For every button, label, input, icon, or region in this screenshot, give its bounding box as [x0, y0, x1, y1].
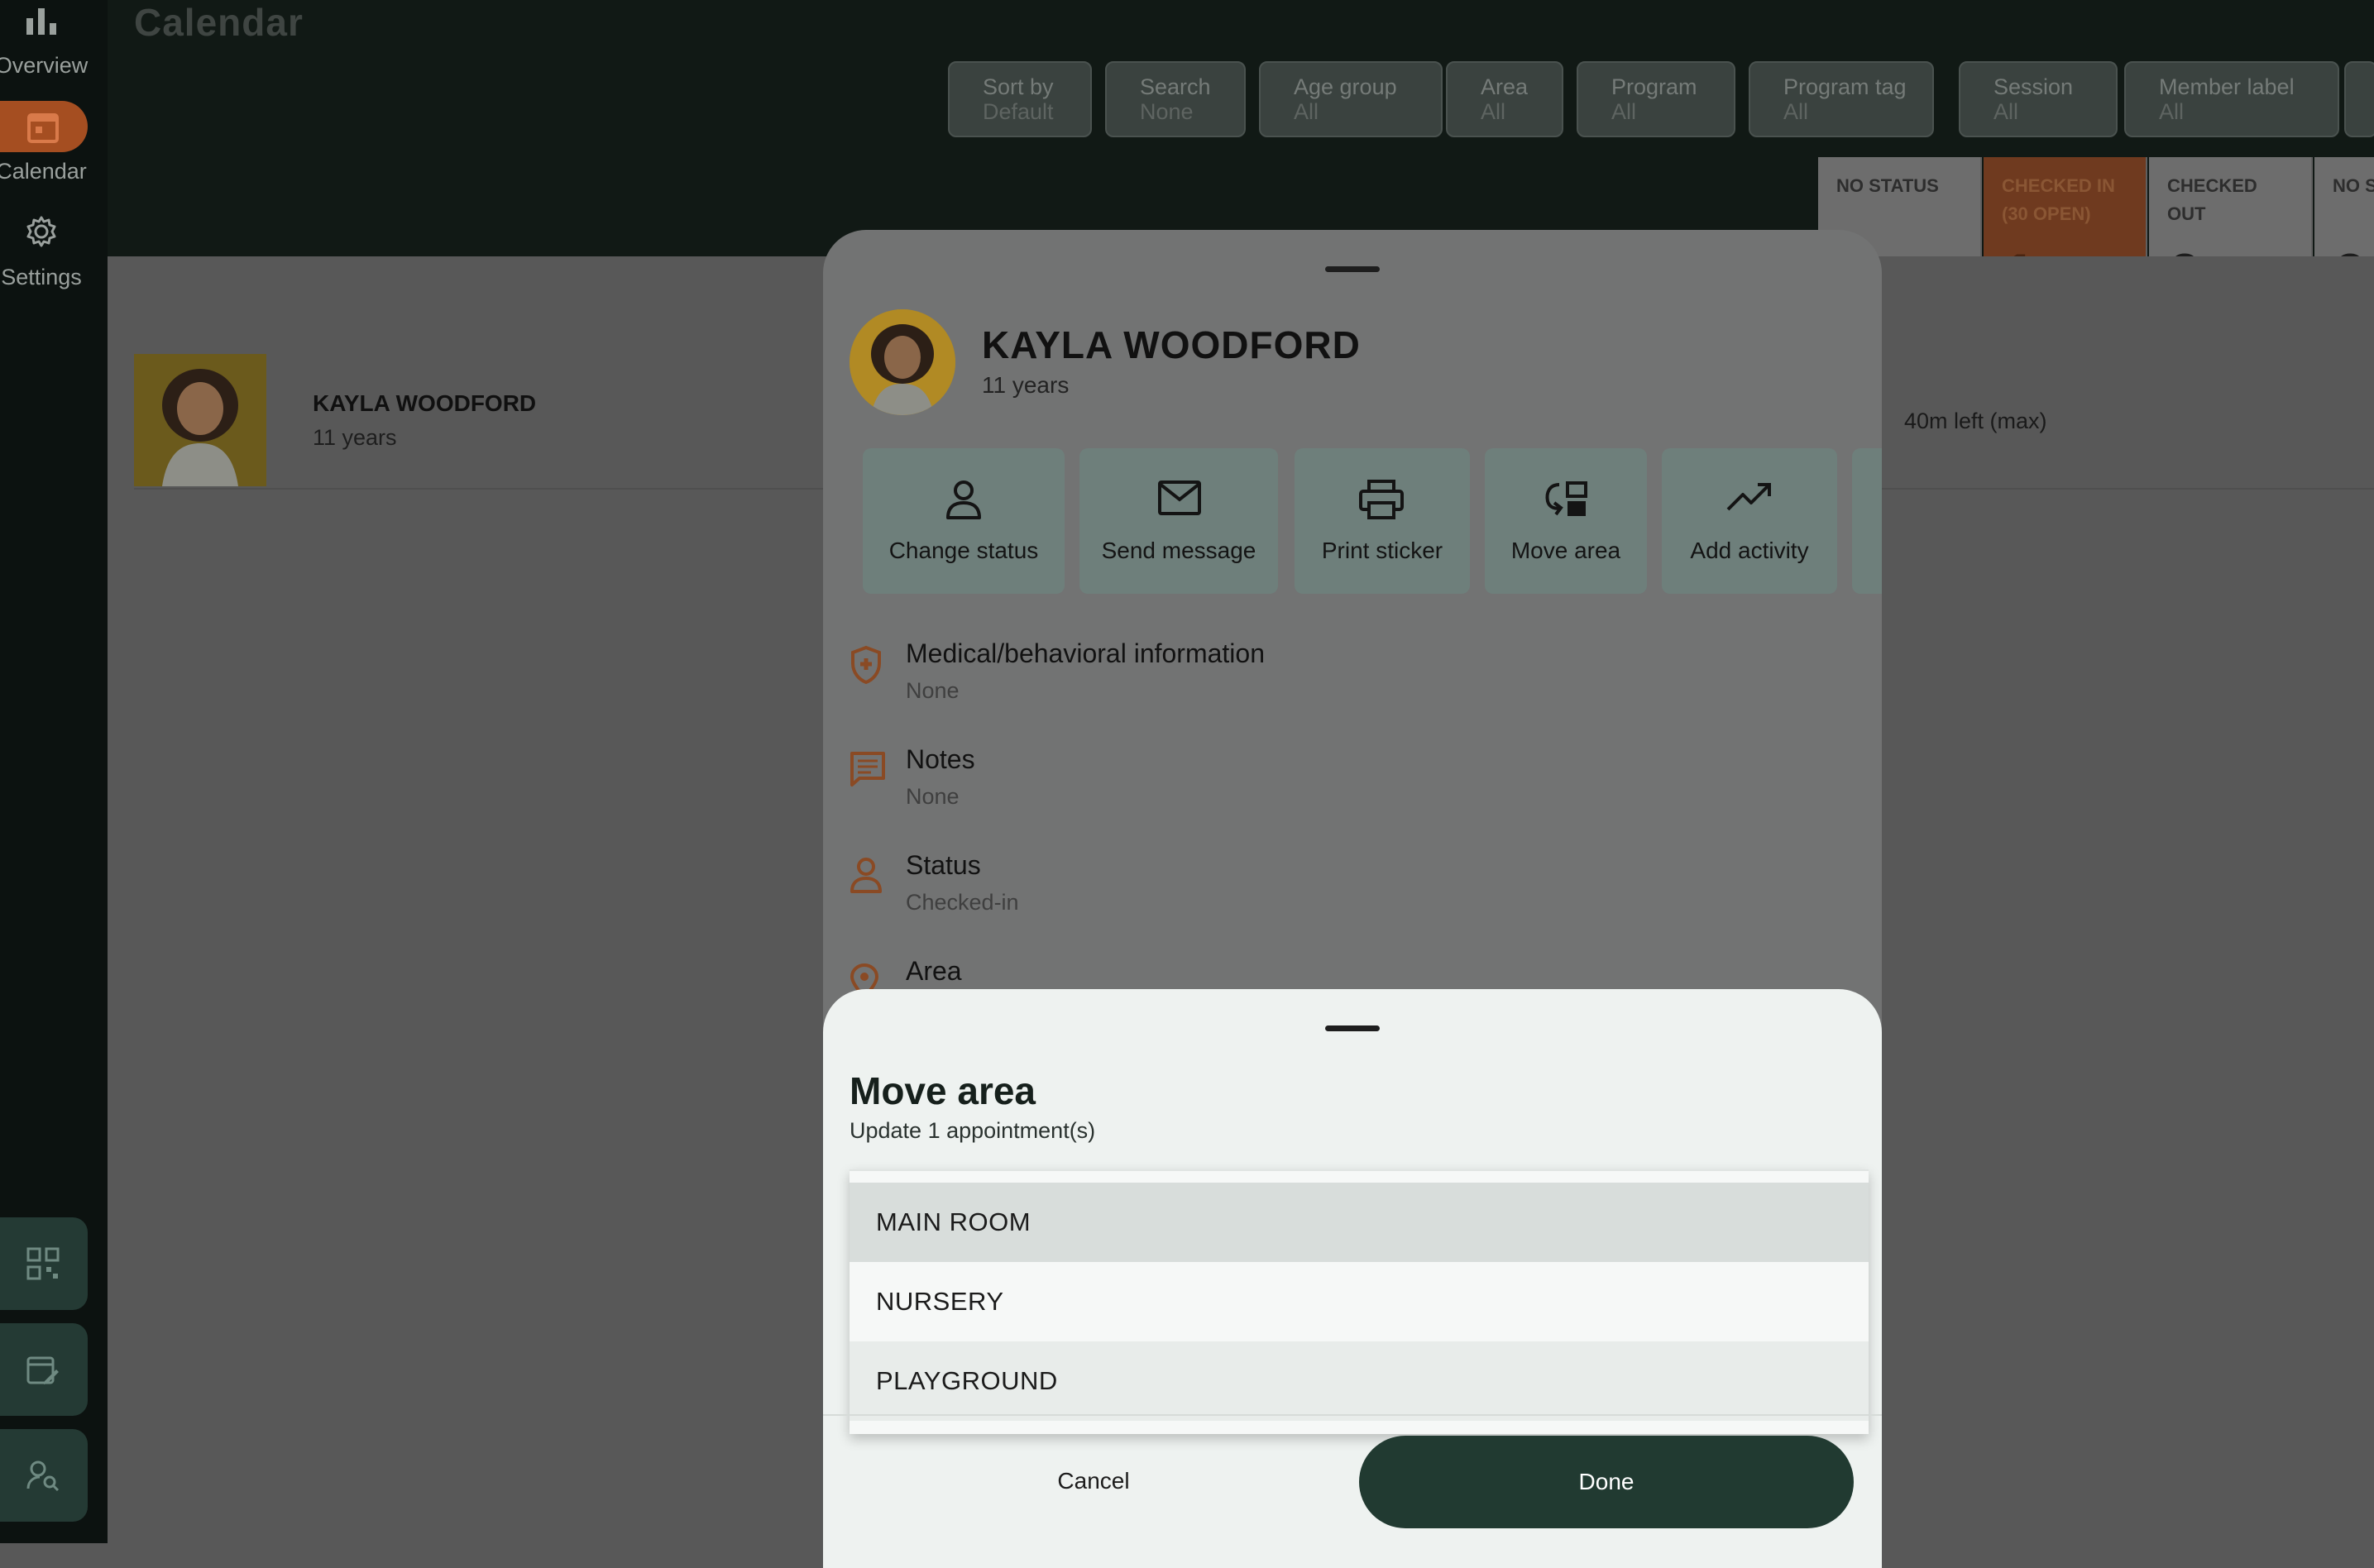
area-option-main-room[interactable]: MAIN ROOM	[850, 1183, 1869, 1262]
send-message-button[interactable]: Send message	[1079, 448, 1278, 594]
calendar-edit-icon	[26, 1356, 59, 1384]
info-title: Area	[906, 956, 962, 986]
top-bar: Calendar Sort by Default Search None Age…	[108, 0, 2374, 321]
action-label: Add activity	[1690, 538, 1809, 563]
sidebar-item-label: Settings	[1, 265, 82, 289]
info-notes[interactable]: Notes None	[850, 744, 1842, 835]
change-status-button[interactable]: Change status	[863, 448, 1065, 594]
member-search-button[interactable]	[0, 1429, 88, 1522]
sidebar-item-label: Calendar	[0, 159, 87, 184]
filter-value: All	[1481, 99, 1506, 124]
time-left: 40m left (max)	[1904, 409, 2047, 433]
person-icon	[946, 480, 981, 519]
info-value: None	[906, 678, 960, 703]
filter-search[interactable]: Search None	[1105, 61, 1246, 137]
sidebar-item-label: Overview	[0, 53, 89, 78]
filter-sort-by[interactable]: Sort by Default	[948, 61, 1092, 137]
filter-label: Program tag	[1783, 74, 1907, 99]
sidebar-item-settings[interactable]: Settings	[0, 210, 108, 301]
action-label: Move area	[1510, 538, 1621, 563]
medical-shield-icon	[851, 645, 881, 685]
area-option-nursery[interactable]: NURSERY	[850, 1262, 1869, 1341]
person-search-icon	[26, 1460, 60, 1492]
filter-value: All	[1783, 99, 1809, 124]
sheet-drag-handle[interactable]	[1325, 1025, 1380, 1031]
filter-label: Session	[1993, 74, 2074, 99]
filter-session[interactable]: Session All	[1959, 61, 2118, 137]
filter-label: Age group	[1294, 74, 1397, 99]
filter-age-group[interactable]: Age group All	[1259, 61, 1443, 137]
filter-label: Area	[1481, 74, 1529, 99]
area-option-playground[interactable]: PLAYGROUND	[850, 1341, 1869, 1421]
filter-value: None	[1140, 99, 1194, 124]
filter-program[interactable]: Program All	[1577, 61, 1735, 137]
qr-scan-button[interactable]	[0, 1217, 88, 1310]
member-name: KAYLA WOODFORD	[313, 390, 537, 416]
move-area-icon	[1545, 481, 1587, 516]
sheet-drag-handle[interactable]	[1325, 266, 1380, 272]
add-activity-button[interactable]: Add activity	[1662, 448, 1837, 594]
member-avatar-image	[134, 354, 266, 486]
move-area-sheet: Move area Update 1 appointment(s) MAIN R…	[823, 989, 1882, 1568]
filter-value: All	[1611, 99, 1637, 124]
info-value: Checked-in	[906, 890, 1019, 915]
filter-label: Sort by	[983, 74, 1054, 99]
gear-icon	[26, 216, 56, 247]
member-photo	[134, 354, 266, 486]
info-title: Medical/behavioral information	[906, 638, 1265, 668]
stat-label: NO SHOW	[2333, 175, 2374, 196]
person-icon	[850, 858, 882, 893]
info-value: None	[906, 784, 960, 809]
filter-value: Default	[983, 99, 1054, 124]
filter-more[interactable]	[2344, 61, 2374, 137]
avatar	[850, 309, 955, 415]
trending-up-icon	[1726, 483, 1771, 511]
filter-value: All	[1294, 99, 1319, 124]
sheet-title: Move area	[850, 1069, 1036, 1112]
sheet-divider	[823, 1414, 1882, 1416]
edit-schedule-button[interactable]	[0, 1323, 88, 1416]
filter-program-tag[interactable]: Program tag All	[1749, 61, 1934, 137]
info-medical[interactable]: Medical/behavioral information None	[850, 638, 1842, 729]
stat-label: CHECKED OUT	[2167, 175, 2257, 224]
filter-label: Member label	[2159, 74, 2295, 99]
filter-member-label[interactable]: Member label All	[2124, 61, 2339, 137]
action-label: Send message	[1101, 538, 1256, 563]
sheet-subtitle: Update 1 appointment(s)	[850, 1118, 1096, 1143]
filter-label: Program	[1611, 74, 1697, 99]
area-options-list: MAIN ROOM NURSERY PLAYGROUND	[850, 1169, 1869, 1434]
sidebar-item-overview[interactable]: Overview	[0, 0, 108, 91]
stat-label: NO STATUS	[1836, 175, 1939, 196]
page-title: Calendar	[134, 1, 304, 44]
sidebar: Overview Calendar Settings	[0, 0, 108, 1543]
member-age: 11 years	[982, 372, 1070, 398]
filter-area[interactable]: Area All	[1446, 61, 1563, 137]
member-name: KAYLA WOODFORD	[982, 323, 1361, 366]
action-label: Print sticker	[1321, 538, 1443, 563]
member-avatar-image	[850, 309, 955, 415]
filter-value: All	[1993, 99, 2019, 124]
envelope-icon	[1158, 480, 1201, 515]
notes-icon	[850, 752, 885, 786]
qr-code-icon	[26, 1247, 60, 1280]
done-button[interactable]: Done	[1359, 1436, 1854, 1528]
stat-label: CHECKED IN (30 OPEN)	[2002, 175, 2115, 224]
member-age: 11 years	[313, 425, 397, 450]
more-actions-button[interactable]	[1852, 448, 1882, 594]
move-area-button[interactable]: Move area	[1485, 448, 1647, 594]
info-status[interactable]: Status Checked-in	[850, 850, 1842, 941]
action-label: Change status	[888, 538, 1039, 563]
filter-value: All	[2159, 99, 2185, 124]
printer-icon	[1359, 480, 1404, 519]
cancel-button[interactable]: Cancel	[850, 1436, 1338, 1527]
sidebar-item-calendar[interactable]: Calendar	[0, 101, 108, 192]
info-title: Notes	[906, 744, 975, 774]
info-title: Status	[906, 850, 981, 880]
calendar-icon	[27, 113, 59, 143]
print-sticker-button[interactable]: Print sticker	[1295, 448, 1470, 594]
bar-chart-icon	[26, 8, 56, 35]
filter-label: Search	[1140, 74, 1211, 99]
